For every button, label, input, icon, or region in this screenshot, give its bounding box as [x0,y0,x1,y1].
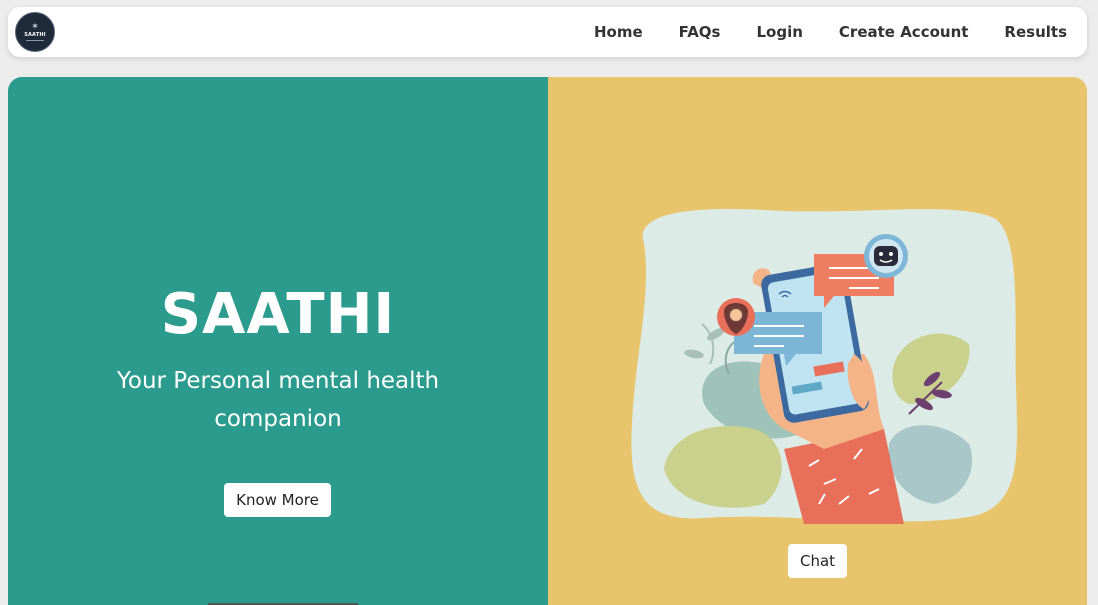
star-icon: ✶ [31,22,39,32]
top-navbar: ✶ SAATHI Home FAQs Login Create Account … [8,7,1087,57]
saathi-logo[interactable]: ✶ SAATHI [15,12,55,52]
chat-button[interactable]: Chat [788,544,847,578]
hero-title: SAATHI [160,282,396,347]
nav-link-results[interactable]: Results [1004,23,1067,41]
nav-link-create-account[interactable]: Create Account [839,23,969,41]
hero-right-panel: Chat [548,77,1087,605]
logo-underline [26,40,44,41]
nav-link-login[interactable]: Login [757,23,803,41]
hero-section: SAATHI Your Personal mental health compa… [8,77,1087,605]
nav-link-home[interactable]: Home [594,23,643,41]
logo-text: SAATHI [24,32,46,38]
nav-link-faqs[interactable]: FAQs [679,23,721,41]
hero-subtitle: Your Personal mental health companion [116,368,440,432]
know-more-button[interactable]: Know More [224,483,331,517]
hero-left-panel: SAATHI Your Personal mental health compa… [8,77,548,605]
chatbot-phone-illustration [631,209,1018,524]
nav-links: Home FAQs Login Create Account Results [594,23,1067,41]
